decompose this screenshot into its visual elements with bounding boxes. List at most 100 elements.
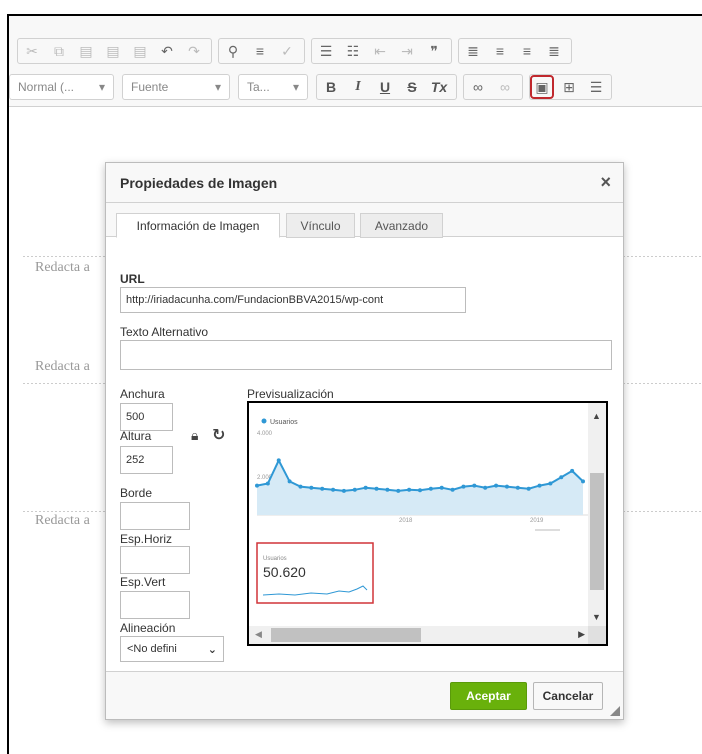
clipboard-group: ✂ ⧉ ▤ ▤ ▤ ↶ ↷ <box>17 38 212 64</box>
data-point <box>363 485 368 490</box>
bulleted-list-icon[interactable]: ☷ <box>341 39 365 63</box>
paste-word-icon[interactable]: ▤ <box>128 39 152 63</box>
data-point <box>548 481 553 486</box>
height-input[interactable]: 252 <box>120 446 173 474</box>
insert-group: ▣ ⊞ ☰ <box>529 74 612 100</box>
data-point <box>407 487 412 492</box>
scroll-thumb[interactable] <box>271 628 421 642</box>
scroll-corner <box>588 626 606 644</box>
data-point <box>331 487 336 492</box>
reset-size-icon[interactable]: ↻ <box>212 425 225 445</box>
paragraph-placeholder[interactable]: Redacta a <box>35 260 90 276</box>
find-group: ⚲ ≡ ✓ <box>218 38 305 64</box>
tab-label: Vínculo <box>300 218 341 233</box>
data-point <box>450 487 455 492</box>
font-combo[interactable]: Fuente ▾ <box>122 74 230 100</box>
preview-label: Previsualización <box>247 387 334 401</box>
decrease-indent-icon[interactable]: ⇤ <box>368 39 392 63</box>
alt-text-input[interactable] <box>120 340 612 370</box>
cancel-button[interactable]: Cancelar <box>533 682 603 710</box>
alt-text-label: Texto Alternativo <box>120 325 209 339</box>
format-combo-label: Normal (... <box>18 80 75 94</box>
align-center-icon[interactable]: ≡ <box>488 39 512 63</box>
card-value: 50.620 <box>263 564 306 580</box>
chevron-down-icon: ⌄ <box>207 643 217 656</box>
paste-icon[interactable]: ▤ <box>74 39 98 63</box>
data-point <box>418 488 422 493</box>
dialog-titlebar[interactable]: Propiedades de Imagen × <box>106 163 623 203</box>
scroll-up-icon[interactable]: ▲ <box>592 411 601 421</box>
tab-image-info[interactable]: Información de Imagen <box>116 213 280 238</box>
dialog-footer: Aceptar Cancelar <box>106 671 623 719</box>
alignment-label: Alineación <box>120 621 176 635</box>
copy-icon[interactable]: ⧉ <box>47 39 71 63</box>
data-point <box>483 485 488 490</box>
scroll-left-icon[interactable]: ◀ <box>255 629 262 640</box>
width-input[interactable]: 500 <box>120 403 173 431</box>
bold-button[interactable]: B <box>319 75 343 99</box>
hspace-input[interactable] <box>120 546 190 574</box>
lock-ratio-icon[interactable]: 🔒︎ <box>191 427 198 444</box>
paste-text-icon[interactable]: ▤ <box>101 39 125 63</box>
horizontal-rule-icon[interactable]: ☰ <box>584 75 608 99</box>
italic-button[interactable]: I <box>346 75 370 99</box>
url-input[interactable]: http://iriadacunha.com/FundacionBBVA2015… <box>120 287 466 313</box>
border-input[interactable] <box>120 502 190 530</box>
tab-label: Información de Imagen <box>136 218 260 233</box>
alignment-select[interactable]: <No defini ⌄ <box>120 636 224 662</box>
numbered-list-icon[interactable]: ☰ <box>314 39 338 63</box>
scroll-down-icon[interactable]: ▼ <box>592 612 601 622</box>
vspace-label: Esp.Vert <box>120 575 166 589</box>
replace-icon[interactable]: ≡ <box>248 39 272 63</box>
undo-icon[interactable]: ↶ <box>155 39 179 63</box>
remove-format-button[interactable]: Tx <box>427 75 451 99</box>
y-tick-top: 4.000 <box>257 431 273 437</box>
data-point <box>385 487 390 492</box>
strike-button[interactable]: S <box>400 75 424 99</box>
redo-icon[interactable]: ↷ <box>182 39 206 63</box>
font-combo-label: Fuente <box>131 80 169 94</box>
width-label: Anchura <box>120 387 165 401</box>
horizontal-scrollbar[interactable]: ◀ ▶ <box>249 626 590 644</box>
cut-icon[interactable]: ✂ <box>20 39 44 63</box>
data-point <box>472 483 477 488</box>
justify-icon[interactable]: ≣ <box>542 39 566 63</box>
find-icon[interactable]: ⚲ <box>221 39 245 63</box>
size-combo-label: Ta... <box>247 80 270 94</box>
table-icon[interactable]: ⊞ <box>557 75 581 99</box>
data-point <box>265 481 270 486</box>
paragraph-placeholder[interactable]: Redacta a <box>35 513 90 529</box>
align-left-icon[interactable]: ≣ <box>461 39 485 63</box>
link-icon[interactable]: ∞ <box>466 75 490 99</box>
image-icon[interactable]: ▣ <box>530 75 554 99</box>
unlink-icon[interactable]: ∞ <box>493 75 517 99</box>
spellcheck-icon[interactable]: ✓ <box>275 39 299 63</box>
tab-advanced[interactable]: Avanzado <box>360 213 443 238</box>
data-point <box>537 483 542 488</box>
data-point <box>352 487 357 492</box>
dialog-title: Propiedades de Imagen <box>120 174 278 191</box>
blockquote-icon[interactable]: ❞ <box>422 39 446 63</box>
vertical-scrollbar[interactable]: ▲ ▼ <box>588 403 606 626</box>
scroll-thumb[interactable] <box>590 473 604 590</box>
accept-button[interactable]: Aceptar <box>450 682 527 710</box>
size-combo[interactable]: Ta... ▾ <box>238 74 308 100</box>
paragraph-placeholder[interactable]: Redacta a <box>35 359 90 375</box>
image-properties-dialog: Propiedades de Imagen × Información de I… <box>105 162 624 720</box>
format-combo[interactable]: Normal (... ▾ <box>9 74 114 100</box>
data-point <box>559 475 564 480</box>
hspace-label: Esp.Horiz <box>120 532 173 546</box>
align-right-icon[interactable]: ≡ <box>515 39 539 63</box>
scroll-right-icon[interactable]: ▶ <box>578 629 585 640</box>
data-point <box>581 479 585 484</box>
vspace-input[interactable] <box>120 591 190 619</box>
image-preview: Usuarios 4.000 2.000 2018 2019 Usuarios … <box>247 401 608 646</box>
tab-link[interactable]: Vínculo <box>286 213 355 238</box>
close-icon[interactable]: × <box>600 172 611 193</box>
resize-grip-icon[interactable] <box>610 706 620 716</box>
data-point <box>309 485 314 490</box>
data-point <box>287 479 292 484</box>
data-point <box>428 486 433 491</box>
underline-button[interactable]: U <box>373 75 397 99</box>
increase-indent-icon[interactable]: ⇥ <box>395 39 419 63</box>
